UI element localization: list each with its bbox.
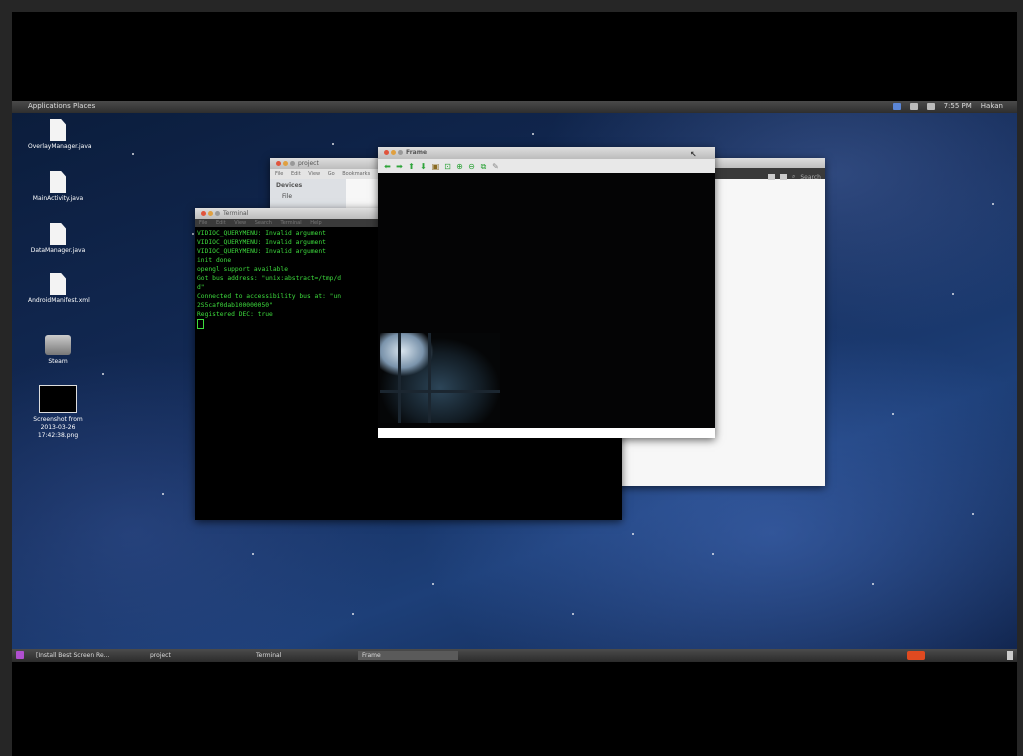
minimize-icon[interactable] [283,161,288,166]
desktop-icon-mainactivity[interactable]: MainActivity.java [28,171,88,203]
menu-edit[interactable]: Edit [291,171,301,177]
menu-search[interactable]: Search [255,220,272,226]
clock[interactable]: 7:55 PM [944,102,972,110]
task-project[interactable]: project [146,651,240,660]
grid-view-icon[interactable] [768,174,775,180]
java-file-icon [50,171,66,193]
menu-file[interactable]: File [275,171,283,177]
task-install-screen-recorder[interactable]: [Install Best Screen Re... [32,651,146,660]
menu-view[interactable]: View [234,220,246,226]
close-icon[interactable] [201,211,206,216]
java-file-icon [50,223,66,245]
close-icon[interactable] [384,150,389,155]
xml-file-icon [50,273,66,295]
list-view-icon[interactable] [780,174,787,180]
steam-icon [45,335,71,355]
terminal-title: Terminal [223,210,249,217]
task-frame[interactable]: Frame [358,651,458,660]
save-icon[interactable]: ▣ [431,162,440,171]
zoom-in-icon[interactable]: ⊕ [455,162,464,171]
frame-title: Frame [406,149,428,156]
applications-places-menu[interactable]: Applications Places [28,102,95,110]
terminal-cursor [197,319,204,329]
frame-titlebar[interactable]: Frame ↖ [378,147,715,159]
menu-bookmarks[interactable]: Bookmarks [342,171,370,177]
trash-icon[interactable] [1007,651,1013,660]
zoom-reset-icon[interactable]: ⧉ [479,162,488,171]
notification-badge[interactable] [907,651,925,660]
task-terminal[interactable]: Terminal [252,651,346,660]
camera-image [380,333,500,423]
zoom-fit-icon[interactable]: ⊡ [443,162,452,171]
menu-file[interactable]: File [199,220,207,226]
project-title: project [298,160,319,167]
user-name[interactable]: Hakan [981,102,1003,110]
zoom-out-icon[interactable]: ⊖ [467,162,476,171]
network-icon[interactable] [892,102,901,110]
desktop-icon-overlaymanager[interactable]: OverlayManager.java [28,119,92,151]
sidebar-header-devices: Devices [276,182,303,189]
pin-icon[interactable]: ✎ [491,162,500,171]
menu-terminal[interactable]: Terminal [281,220,302,226]
image-file-icon [39,385,77,413]
menu-edit[interactable]: Edit [216,220,226,226]
desktop-icon-androidmanifest[interactable]: AndroidManifest.xml [28,273,90,305]
keyboard-icon[interactable] [909,102,918,110]
minimize-icon[interactable] [391,150,396,155]
close-icon[interactable] [276,161,281,166]
frame-toolbar: ⬅ ➡ ⬆ ⬇ ▣ ⊡ ⊕ ⊖ ⧉ ✎ [378,159,715,173]
back-icon[interactable]: ⬅ [383,162,392,171]
desktop-icon-steam[interactable]: Steam [28,335,88,366]
up-icon[interactable]: ⬆ [407,162,416,171]
bottom-panel: [Install Best Screen Re... project Termi… [12,649,1017,662]
show-desktop-icon[interactable] [16,651,24,659]
menu-help[interactable]: Help [310,220,321,226]
mouse-pointer-icon: ↖ [690,150,697,159]
desktop: OverlayManager.java MainActivity.java Da… [12,113,1017,649]
minimize-icon[interactable] [208,211,213,216]
desktop-icon-screenshot[interactable]: Screenshot from 2013-03-26 17:42:38.png [28,385,88,440]
maximize-icon[interactable] [398,150,403,155]
sidebar-item-file[interactable]: File [270,192,346,201]
forward-icon[interactable]: ➡ [395,162,404,171]
java-file-icon [50,119,66,141]
search-label: Search [800,173,821,181]
desktop-icon-datamanager[interactable]: DataManager.java [28,223,88,255]
screen: Applications Places 7:55 PM Hakan Overla… [12,12,1017,756]
system-tray: 7:55 PM Hakan [892,102,1003,110]
search-icon: ⌕ [792,173,796,180]
top-panel: Applications Places 7:55 PM Hakan [12,101,1017,113]
menu-go[interactable]: Go [328,171,335,177]
volume-icon[interactable] [926,102,935,110]
down-icon[interactable]: ⬇ [419,162,428,171]
project-search[interactable]: ⌕ Search [768,173,821,181]
frame-window[interactable]: Frame ↖ ⬅ ➡ ⬆ ⬇ ▣ ⊡ ⊕ ⊖ ⧉ ✎ [378,147,715,438]
maximize-icon[interactable] [290,161,295,166]
menu-view[interactable]: View [308,171,320,177]
camera-frame-view [378,173,715,428]
maximize-icon[interactable] [215,211,220,216]
